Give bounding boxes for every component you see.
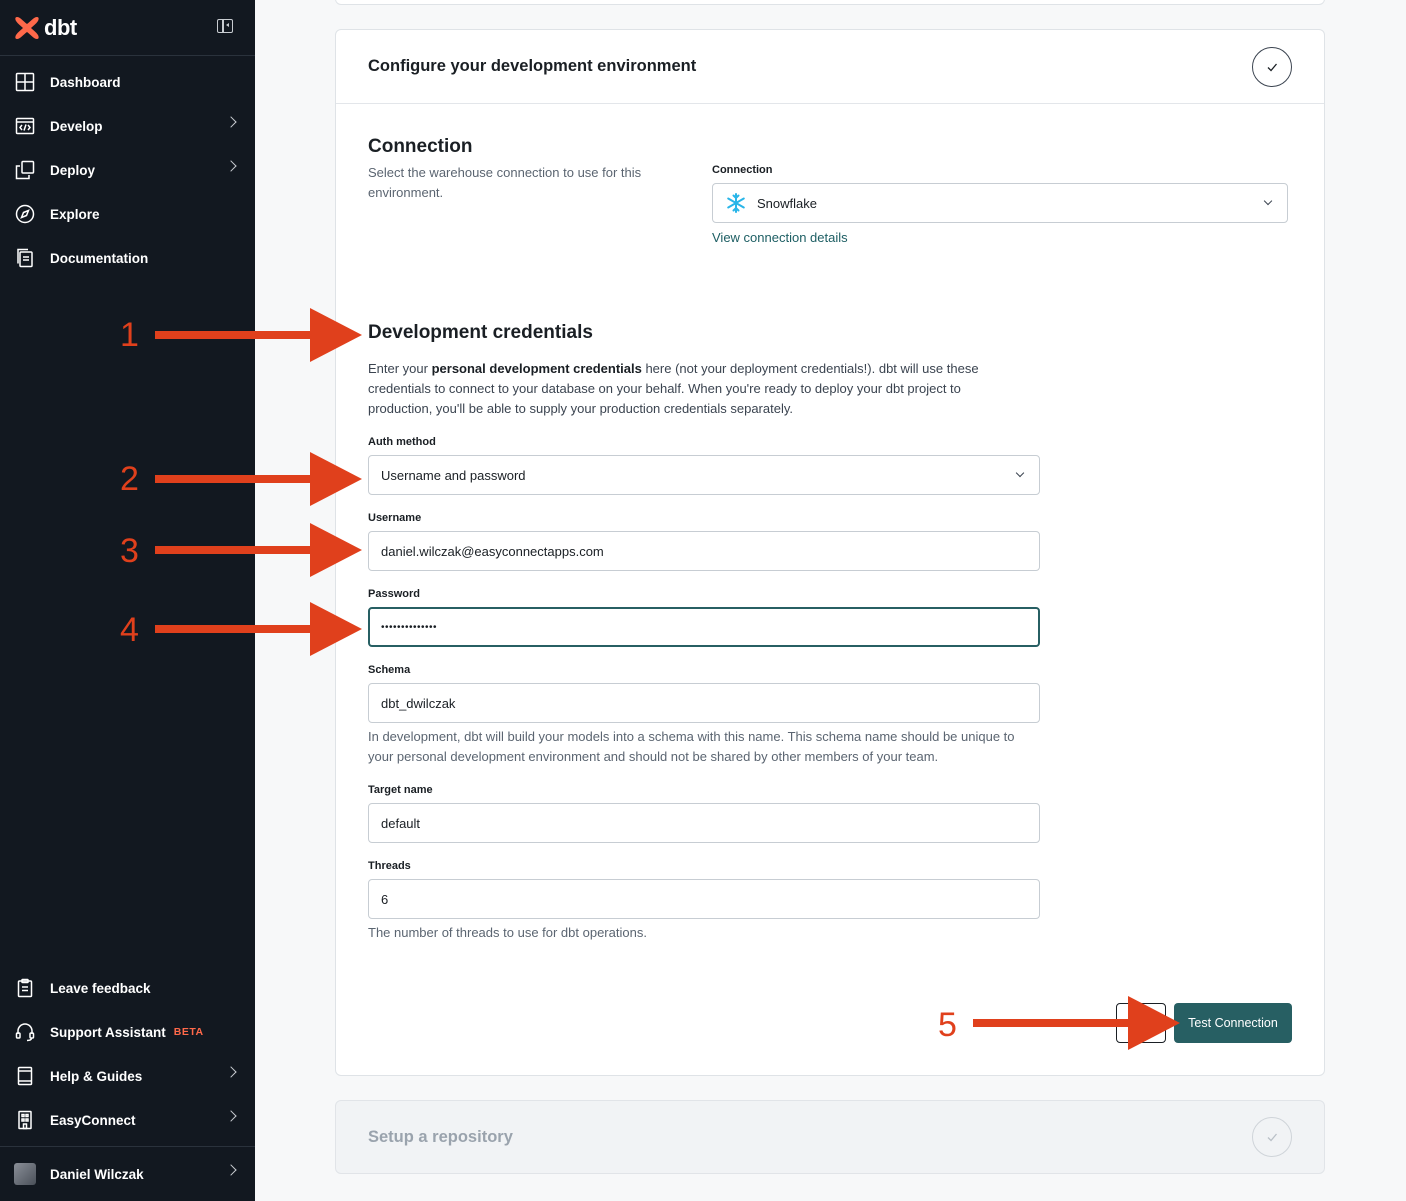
schema-help-text: In development, dbt will build your mode… — [368, 729, 1015, 764]
schema-value: dbt_dwilczak — [381, 695, 456, 711]
chevron-down-icon — [1263, 196, 1273, 206]
username-value: daniel.wilczak@easyconnectapps.com — [381, 543, 604, 559]
connection-heading: Connection — [368, 136, 473, 157]
chevron-right-icon — [225, 160, 237, 172]
sidebar-item-easyconnect[interactable]: EasyConnect — [0, 1098, 255, 1142]
dashboard-icon — [14, 71, 36, 93]
connection-value: Snowflake — [757, 195, 817, 211]
threads-label: Threads — [368, 860, 411, 872]
annotation-number: 2 — [120, 460, 139, 498]
view-connection-details-link[interactable]: View connection details — [712, 230, 848, 245]
sidebar-item-label: Explore — [50, 206, 100, 222]
deploy-icon — [14, 159, 36, 181]
annotation-number: 5 — [938, 1006, 957, 1044]
schema-label: Schema — [368, 664, 411, 676]
sidebar-item-label: Dashboard — [50, 74, 121, 90]
test-connection-button[interactable]: Test Connection — [1174, 1003, 1292, 1043]
sidebar: dbt Dashboard Develop Deploy Explore Doc… — [0, 0, 255, 1201]
sidebar-item-dashboard[interactable]: Dashboard — [0, 60, 255, 104]
sidebar-item-label: Develop — [50, 118, 103, 134]
user-name: Daniel Wilczak — [50, 1166, 144, 1182]
sidebar-item-label: Documentation — [50, 250, 149, 266]
sidebar-item-documentation[interactable]: Documentation — [0, 236, 255, 280]
chevron-down-icon — [1015, 468, 1025, 478]
logo-row: dbt — [0, 0, 255, 56]
clipboard-icon — [14, 977, 36, 999]
annotation-arrow-icon — [155, 523, 362, 577]
sidebar-item-support-assistant[interactable]: Support Assistant BETA — [0, 1010, 255, 1054]
credentials-heading: Development credentials — [368, 322, 593, 343]
headset-icon — [14, 1021, 36, 1043]
auth-method-value: Username and password — [381, 467, 526, 483]
schema-input[interactable]: dbt_dwilczak — [368, 683, 1040, 723]
sidebar-item-label: Support Assistant — [50, 1024, 166, 1040]
password-label: Password — [368, 588, 420, 600]
threads-input[interactable]: 6 — [368, 879, 1040, 919]
sidebar-item-label: Leave feedback — [50, 980, 151, 996]
avatar — [14, 1163, 36, 1185]
annotation-number: 3 — [120, 532, 139, 570]
check-icon[interactable] — [1252, 47, 1292, 87]
collapse-sidebar-icon[interactable] — [217, 19, 233, 33]
connection-select[interactable]: Snowflake — [712, 183, 1288, 223]
sidebar-item-label: Help & Guides — [50, 1068, 143, 1084]
threads-help-text: The number of threads to use for dbt ope… — [368, 925, 647, 940]
sidebar-item-explore[interactable]: Explore — [0, 192, 255, 236]
threads-value: 6 — [381, 891, 389, 907]
username-input[interactable]: daniel.wilczak@easyconnectapps.com — [368, 531, 1040, 571]
book-icon — [14, 1065, 36, 1087]
compass-icon — [14, 203, 36, 225]
connection-description: Select the warehouse connection to use f… — [368, 165, 642, 200]
password-input[interactable]: •••••••••••••• — [368, 607, 1040, 647]
annotation-number: 1 — [120, 316, 139, 354]
target-name-label: Target name — [368, 784, 433, 796]
previous-card-edge — [335, 0, 1325, 5]
brand-name: dbt — [44, 14, 77, 40]
snowflake-icon — [727, 193, 745, 213]
sidebar-item-develop[interactable]: Develop — [0, 104, 255, 148]
annotation-arrow-icon — [973, 996, 1180, 1050]
dbt-logo-icon[interactable] — [14, 15, 40, 41]
chevron-right-icon — [225, 1164, 237, 1176]
beta-badge: BETA — [173, 1026, 204, 1038]
building-icon — [14, 1109, 36, 1131]
sidebar-item-label: EasyConnect — [50, 1112, 136, 1128]
connection-label: Connection — [712, 164, 773, 176]
sidebar-divider — [0, 1146, 255, 1147]
annotation-arrow-icon — [155, 602, 362, 656]
sidebar-item-label: Deploy — [50, 162, 96, 178]
chevron-right-icon — [225, 116, 237, 128]
sidebar-item-leave-feedback[interactable]: Leave feedback — [0, 966, 255, 1010]
chevron-right-icon — [225, 1110, 237, 1122]
code-window-icon — [14, 115, 36, 137]
auth-method-label: Auth method — [368, 436, 436, 448]
card-title: Configure your development environment — [368, 57, 697, 75]
password-value: •••••••••••••• — [381, 621, 438, 633]
setup-repository-card[interactable]: Setup a repository — [335, 1100, 1325, 1174]
sidebar-item-user[interactable]: Daniel Wilczak — [0, 1152, 255, 1196]
sidebar-item-help-guides[interactable]: Help & Guides — [0, 1054, 255, 1098]
card-header: Configure your development environment — [336, 30, 1324, 104]
credentials-description: Enter your personal development credenti… — [368, 361, 979, 416]
username-label: Username — [368, 512, 422, 524]
annotation-arrow-icon — [155, 308, 362, 362]
annotation-number: 4 — [120, 611, 139, 649]
target-name-input[interactable]: default — [368, 803, 1040, 843]
check-icon — [1252, 1117, 1292, 1157]
annotation-arrow-icon — [155, 452, 362, 506]
chevron-right-icon — [225, 1066, 237, 1078]
auth-method-select[interactable]: Username and password — [368, 455, 1040, 495]
docs-icon — [14, 247, 36, 269]
setup-repository-title: Setup a repository — [368, 1128, 513, 1146]
target-name-value: default — [381, 815, 421, 831]
sidebar-item-deploy[interactable]: Deploy — [0, 148, 255, 192]
